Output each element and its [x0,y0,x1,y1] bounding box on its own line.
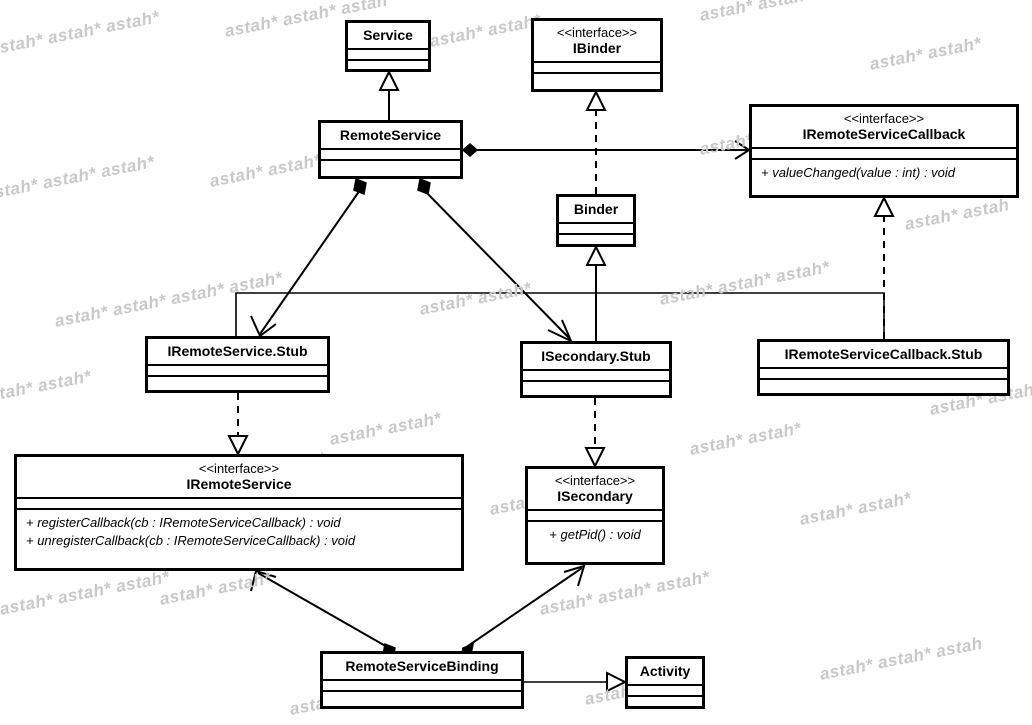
class-header: <<interface>> IRemoteServiceCallback [752,107,1016,147]
class-stereotype: <<interface>> [843,111,925,126]
class-operations-compartment [559,233,633,245]
class-box-iremoteservicecallback[interactable]: <<interface>> IRemoteServiceCallback + v… [749,104,1019,198]
class-attributes-compartment [628,684,702,695]
class-box-isecondary[interactable]: <<interface>> ISecondary + getPid() : vo… [525,466,665,565]
class-operations-compartment [348,59,428,71]
class-operations-compartment [760,378,1007,393]
class-operations-compartment [534,72,660,89]
operation-item: + valueChanged(value : int) : void [761,165,956,181]
class-name: IRemoteService.Stub [167,343,308,359]
class-operations-compartment: + valueChanged(value : int) : void [752,158,1016,195]
class-header: Binder [559,197,633,222]
class-operations-compartment [321,159,460,176]
operation-item: + registerCallback(cb : IRemoteServiceCa… [26,515,341,531]
class-box-iremoteservicecallback-stub[interactable]: IRemoteServiceCallback.Stub [757,339,1010,396]
class-stereotype: <<interface>> [556,25,638,40]
class-attributes-compartment [17,497,461,508]
class-box-service[interactable]: Service [345,20,431,72]
class-header: <<interface>> IRemoteService [17,457,461,497]
class-box-isecondary-stub[interactable]: ISecondary.Stub [520,341,672,398]
class-name: ISecondary [557,488,633,505]
class-stereotype: <<interface>> [554,473,636,488]
class-name: Service [363,27,413,43]
class-box-ibinder[interactable]: <<interface>> IBinder [531,18,663,92]
class-attributes-compartment [534,61,660,72]
class-operations-compartment: + registerCallback(cb : IRemoteServiceCa… [17,508,461,568]
relation-generalization-remoteservicebinding-activity[interactable] [524,671,628,693]
class-operations-compartment [323,690,521,706]
class-name: Activity [639,663,691,679]
relation-realization-isecondarystub-isecondary[interactable] [584,398,606,469]
class-box-remoteservice[interactable]: RemoteService [318,120,463,179]
relation-composition-remoteservicebinding-isecondary[interactable] [460,564,586,661]
class-attributes-compartment [760,367,1007,378]
relation-composition-remoteservicebinding-iremoteservice[interactable] [250,569,396,661]
class-name: IRemoteServiceCallback [802,126,966,143]
relation-composition-remoteservice-iremoteservicecallback[interactable] [461,140,751,160]
class-operations-compartment [523,380,669,395]
class-attributes-compartment [752,147,1016,158]
class-box-remoteservicebinding[interactable]: RemoteServiceBinding [320,651,524,709]
class-header: <<interface>> IBinder [534,21,660,61]
relation-generalization-remoteservice-service[interactable] [378,69,400,120]
class-name: Binder [573,201,619,217]
class-attributes-compartment [523,369,669,380]
class-operations-compartment: + getPid() : void [528,520,662,562]
relation-generalization-isecondarystub-binder[interactable] [585,244,607,341]
class-header: RemoteService [321,123,460,148]
class-operations-compartment [148,375,327,390]
class-attributes-compartment [348,48,428,59]
uml-diagram-canvas: IRemoteServiceCallback (composition) -->… [0,0,1032,725]
class-attributes-compartment [559,222,633,233]
class-name: IRemoteServiceCallback.Stub [784,346,983,362]
relation-realization-binder-ibinder[interactable] [585,89,607,194]
class-name: RemoteService [339,127,442,143]
class-header: <<interface>> ISecondary [528,469,662,509]
class-box-binder[interactable]: Binder [556,194,636,247]
relation-composition-remoteservice-isecondarystub[interactable] [417,177,573,344]
relation-composition-remoteservice-iremoteservicestub[interactable] [250,177,367,338]
class-name: RemoteServiceBinding [345,658,499,674]
class-header: IRemoteServiceCallback.Stub [760,342,1007,367]
class-stereotype: <<interface>> [198,461,280,476]
relation-realization-iremoteservicestub-iremoteservice[interactable] [227,393,249,457]
class-attributes-compartment [321,148,460,159]
relation-association-iremoteservicecallbackstub-iremoteservicestub[interactable] [235,292,885,339]
operation-item: + unregisterCallback(cb : IRemoteService… [26,532,356,548]
class-attributes-compartment [528,509,662,520]
class-attributes-compartment [148,364,327,375]
class-header: ISecondary.Stub [523,344,669,369]
class-header: IRemoteService.Stub [148,339,327,364]
class-name: IRemoteService [186,476,292,493]
class-box-activity[interactable]: Activity [625,656,705,709]
class-box-iremoteservice-stub[interactable]: IRemoteService.Stub [145,336,330,393]
class-operations-compartment [628,695,702,707]
class-name: ISecondary.Stub [541,348,651,364]
class-box-iremoteservice[interactable]: <<interface>> IRemoteService + registerC… [14,454,464,571]
class-name: IBinder [572,40,622,57]
class-header: Service [348,23,428,48]
operation-item: + getPid() : void [549,527,641,543]
class-header: RemoteServiceBinding [323,654,521,679]
class-attributes-compartment [323,679,521,690]
class-header: Activity [628,659,702,684]
